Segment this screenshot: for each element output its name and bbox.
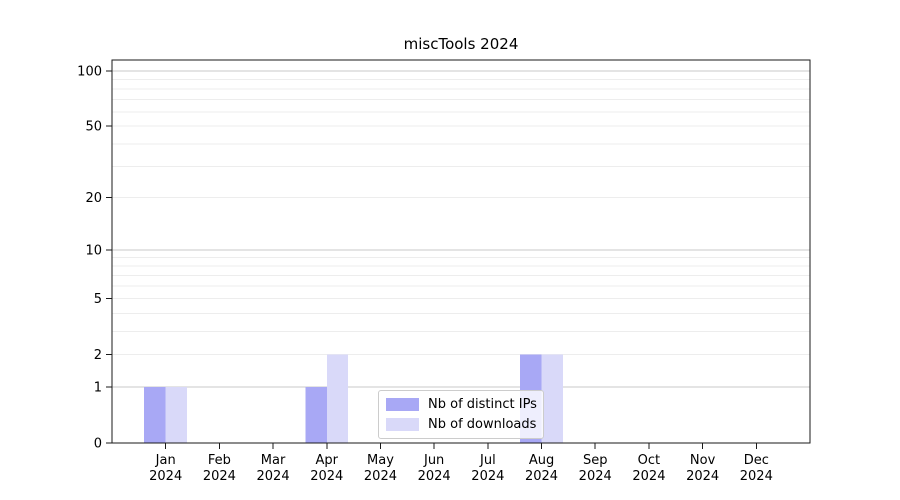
- chart-figure: 0125102050100Jan2024Feb2024Mar2024Apr202…: [0, 0, 900, 500]
- x-tick-label-year: 2024: [418, 469, 451, 484]
- x-tick-label-month: Jun: [423, 453, 444, 468]
- x-tick-label-year: 2024: [525, 469, 558, 484]
- x-tick-label-year: 2024: [579, 469, 612, 484]
- y-tick-label: 10: [85, 243, 102, 258]
- x-tick-label-month: Jul: [479, 453, 496, 468]
- x-tick-label-month: Jan: [155, 453, 176, 468]
- y-tick-label: 20: [85, 191, 102, 206]
- bar-distinct-ips-apr: [305, 387, 326, 443]
- x-tick-label-month: Sep: [583, 453, 608, 468]
- legend-swatch-downloads-icon: [386, 418, 419, 431]
- y-tick-label: 5: [94, 292, 102, 307]
- bar-distinct-ips-jan: [144, 387, 165, 443]
- x-tick-label-month: Feb: [208, 453, 231, 468]
- x-tick-label-year: 2024: [364, 469, 397, 484]
- x-tick-label-year: 2024: [686, 469, 719, 484]
- legend-item-downloads: Nb of downloads: [386, 417, 536, 432]
- x-tick-label-year: 2024: [471, 469, 504, 484]
- y-tick-label: 50: [85, 120, 102, 135]
- x-tick-label-year: 2024: [740, 469, 773, 484]
- x-tick-label-year: 2024: [257, 469, 290, 484]
- legend-swatch-distinct-ips-icon: [386, 398, 419, 411]
- x-tick-label-year: 2024: [149, 469, 182, 484]
- legend-label-distinct-ips: Nb of distinct IPs: [428, 397, 537, 412]
- y-tick-label: 100: [77, 65, 102, 80]
- legend-label-downloads: Nb of downloads: [428, 417, 536, 432]
- x-tick-label-month: Dec: [744, 453, 769, 468]
- chart-title: miscTools 2024: [112, 35, 810, 54]
- y-tick-label: 0: [94, 437, 102, 452]
- x-tick-label-year: 2024: [310, 469, 343, 484]
- x-tick-label-month: Oct: [638, 453, 660, 468]
- legend-item-distinct-ips: Nb of distinct IPs: [386, 397, 536, 412]
- plot-border: [112, 60, 810, 443]
- x-tick-label-month: Mar: [261, 453, 286, 468]
- x-tick-label-year: 2024: [203, 469, 236, 484]
- bar-downloads-apr: [327, 354, 348, 443]
- x-tick-label-month: Aug: [529, 453, 554, 468]
- bar-downloads-jan: [166, 387, 187, 443]
- x-tick-label-month: Nov: [690, 453, 716, 468]
- x-tick-label-month: Apr: [316, 453, 339, 468]
- bar-downloads-aug: [542, 354, 563, 443]
- legend: Nb of distinct IPs Nb of downloads: [378, 390, 544, 439]
- y-tick-label: 1: [94, 381, 102, 396]
- x-tick-label-month: May: [367, 453, 394, 468]
- x-tick-label-year: 2024: [632, 469, 665, 484]
- y-tick-label: 2: [94, 348, 102, 363]
